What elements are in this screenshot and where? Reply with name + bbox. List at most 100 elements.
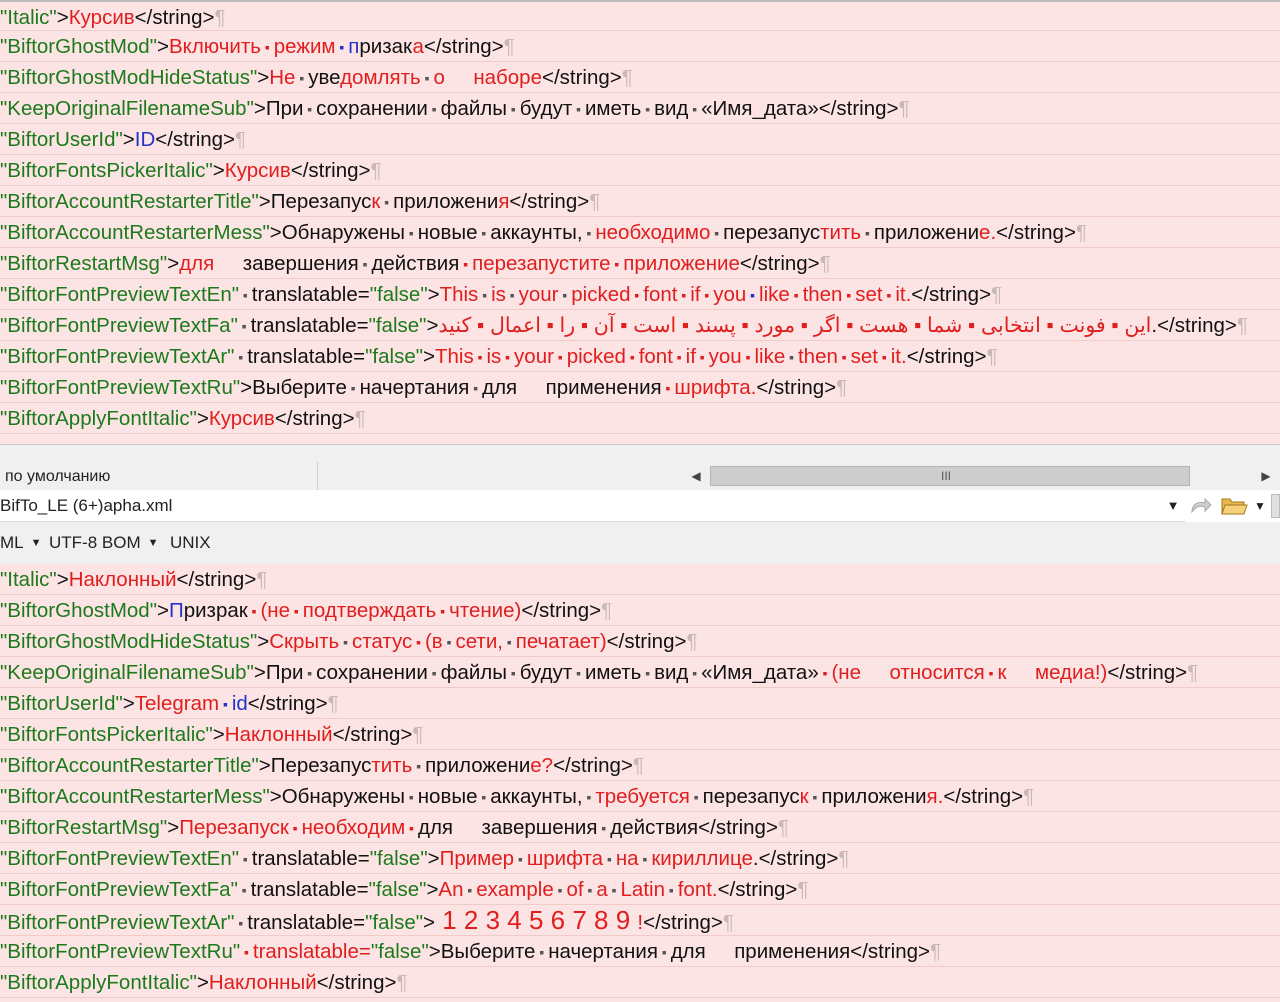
code-token: сети,	[455, 630, 503, 653]
code-token: font	[643, 283, 678, 306]
pilcrow-icon: ¶	[1187, 661, 1199, 684]
pilcrow-icon: ¶	[986, 345, 998, 368]
code-token: приложени	[821, 785, 927, 808]
status-bar: по умолчанию ◀ III ▶	[0, 444, 1280, 491]
code-line[interactable]: "BiftorFontPreviewTextAr" ▪ translatable…	[0, 905, 1280, 936]
scroll-left-icon[interactable]: ◀	[682, 462, 710, 491]
scroll-thumb[interactable]: III	[710, 466, 1190, 486]
code-token: it.	[890, 345, 907, 368]
code-token: иметь	[584, 661, 642, 684]
code-token: приложение	[623, 252, 740, 275]
code-token: >Перезапус	[258, 190, 372, 213]
toolbar-overflow[interactable]	[1271, 494, 1280, 518]
code-line[interactable]: "BiftorApplyFontItalic">Курсив</string>¶	[0, 403, 1280, 434]
code-token: >	[56, 568, 69, 591]
code-line[interactable]: "BiftorGhostModHideStatus">Скрыть ▪ стат…	[0, 626, 1280, 657]
code-token: ризрак	[183, 599, 248, 622]
code-token: translatable=	[250, 878, 369, 901]
whitespace-marker: ▪	[234, 915, 248, 932]
whitespace-marker: ▪	[603, 851, 616, 868]
code-line[interactable]: "BiftorUserId">ID</string>¶	[0, 124, 1280, 155]
code-token: then	[797, 345, 838, 368]
pilcrow-icon: ¶	[354, 407, 366, 430]
open-menu-dropdown-icon[interactable]: ▼	[1252, 490, 1268, 522]
code-token: п	[348, 35, 360, 58]
code-token: печатает)	[515, 630, 607, 653]
line-endings-selector[interactable]: UNIX	[170, 522, 211, 564]
code-token: </string>	[756, 376, 837, 399]
code-line[interactable]: "Italic">Наклонный</string>¶	[0, 564, 1280, 595]
editor-pane-bottom[interactable]: "Italic">Наклонный</string>¶ "BiftorGhost…	[0, 564, 1280, 1002]
file-name-field[interactable]: BifTo_LE (6+)apha.xml	[0, 490, 1185, 522]
file-dropdown-icon[interactable]: ▼	[1162, 490, 1184, 522]
code-token: "BiftorApplyFontItalic"	[0, 971, 197, 994]
code-line[interactable]: "BiftorFontPreviewTextEn" ▪ translatable…	[0, 843, 1280, 874]
code-line[interactable]: "BiftorApplyFontItalic">Наклонный</strin…	[0, 967, 1280, 998]
code-line[interactable]: "Italic">Курсив</string>¶	[0, 0, 1280, 31]
whitespace-marker: ▪	[405, 820, 418, 837]
code-token: будут	[519, 97, 573, 120]
code-token: перезапустите	[472, 252, 611, 275]
code-line[interactable]: "BiftorFontPreviewTextEn" ▪ translatable…	[0, 279, 1280, 310]
code-token: .</string>	[1151, 314, 1237, 337]
whitespace-marker: ▪	[260, 39, 274, 56]
code-line[interactable]: "KeepOriginalFilenameSub">При ▪ сохранен…	[0, 93, 1280, 124]
code-token: </string>	[996, 221, 1076, 244]
code-token: Скрыть	[269, 630, 340, 653]
code-token: This	[435, 345, 474, 368]
code-line[interactable]: "BiftorAccountRestarterMess">Обнаружены …	[0, 781, 1280, 812]
code-line[interactable]: "BiftorFontsPickerItalic">Наклонный</str…	[0, 719, 1280, 750]
code-token: Наклонный	[208, 971, 317, 994]
code-line[interactable]: "KeepOriginalFilenameSub">При ▪ сохранен…	[0, 657, 1280, 688]
code-line[interactable]: "BiftorAccountRestarterTitle">Перезапуск…	[0, 186, 1280, 217]
code-token: Latin	[620, 878, 665, 901]
code-line[interactable]: "BiftorFontPreviewTextFa" ▪ translatable…	[0, 874, 1280, 905]
whitespace-marker: ▪	[808, 789, 822, 806]
whitespace-marker: ▪	[420, 70, 434, 87]
code-token: Пример	[439, 847, 515, 870]
code-token: </string>	[643, 911, 723, 934]
whitespace-marker: ▪	[339, 634, 352, 651]
pilcrow-icon: ¶	[370, 159, 382, 182]
code-token: действия</string>	[610, 816, 778, 839]
syntax-selector[interactable]: ML ▼	[0, 522, 42, 564]
scroll-right-icon[interactable]: ▶	[1252, 462, 1280, 491]
code-token: чтение)	[449, 599, 522, 622]
whitespace-marker: ▪	[882, 287, 896, 304]
code-line[interactable]: "BiftorFontPreviewTextAr" ▪ translatable…	[0, 341, 1280, 372]
pilcrow-icon: ¶	[235, 128, 247, 151]
code-token: а	[412, 35, 424, 58]
code-line[interactable]: "BiftorAccountRestarterTitle">Перезапуст…	[0, 750, 1280, 781]
code-line[interactable]: "BiftorRestartMsg">Перезапуск ▪ необходи…	[0, 812, 1280, 843]
code-token: >	[122, 128, 135, 151]
code-line[interactable]: "BiftorGhostModHideStatus">Не ▪ уведомля…	[0, 62, 1280, 93]
language-status[interactable]: по умолчанию	[0, 462, 318, 491]
editor-pane-top[interactable]: "Italic">Курсив</string>¶ "BiftorGhostMod…	[0, 0, 1280, 444]
code-line[interactable]: "BiftorGhostMod">Включить ▪ режим ▪ приз…	[0, 31, 1280, 62]
code-token: завершения	[214, 252, 359, 275]
whitespace-marker: ▪	[625, 349, 639, 366]
code-line[interactable]: "BiftorGhostMod">Призрак ▪ (не ▪ подтвер…	[0, 595, 1280, 626]
code-token: >	[427, 283, 440, 306]
horizontal-scrollbar[interactable]: ◀ III ▶	[682, 462, 1280, 491]
code-token: к медиа!)	[997, 661, 1108, 684]
code-line[interactable]: "BiftorUserId">Telegram ▪ id</string>¶	[0, 688, 1280, 719]
code-line[interactable]: "BiftorRestartMsg">для завершения ▪ дейс…	[0, 248, 1280, 279]
whitespace-marker: ▪	[288, 820, 302, 837]
open-folder-icon[interactable]	[1220, 494, 1248, 518]
code-line[interactable]: "BiftorFontPreviewTextRu" ▪ translatable…	[0, 936, 1280, 967]
whitespace-marker: ▪	[607, 882, 621, 899]
code-line[interactable]: "BiftorAccountRestarterMess">Обнаружены …	[0, 217, 1280, 248]
code-token: it.	[895, 283, 912, 306]
pilcrow-icon: ¶	[686, 630, 698, 653]
code-token: if	[690, 283, 701, 306]
code-line[interactable]: "BiftorFontPreviewTextFa" ▪ translatable…	[0, 310, 1280, 341]
whitespace-marker: ▪	[219, 696, 232, 713]
code-token: >	[423, 345, 435, 368]
code-line[interactable]: "BiftorFontPreviewTextRu">Выберите ▪ нач…	[0, 372, 1280, 403]
code-token: я.	[926, 785, 944, 808]
encoding-selector[interactable]: UTF-8 BOM ▼	[49, 522, 159, 564]
redo-icon[interactable]	[1188, 494, 1214, 518]
code-line[interactable]: "BiftorFontsPickerItalic">Курсив</string…	[0, 155, 1280, 186]
code-token: translatable=	[247, 911, 366, 934]
